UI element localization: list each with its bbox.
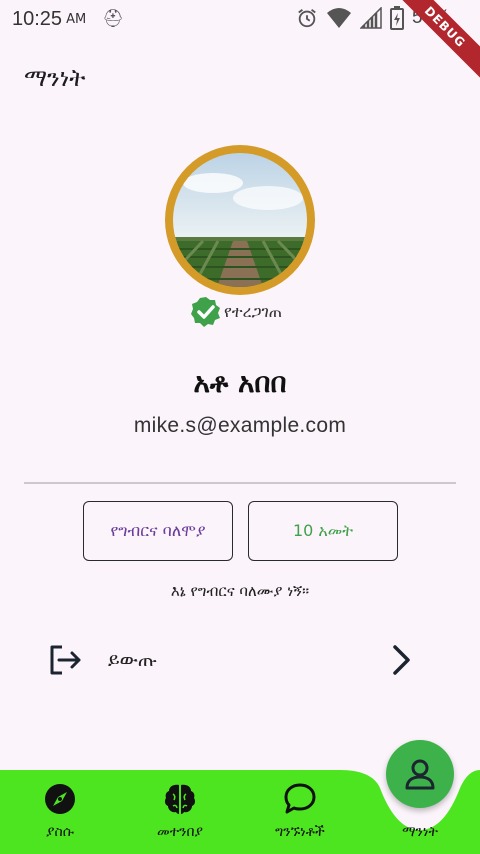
logout-button[interactable]: ይውጡ xyxy=(36,630,436,690)
status-ampm: AM xyxy=(66,11,87,27)
debug-app-icon: ⛑ xyxy=(102,9,124,29)
profile-fab-button[interactable] xyxy=(386,740,454,808)
signal-icon xyxy=(359,7,382,29)
verified-badge-icon xyxy=(191,297,220,327)
nav-label-explore: ያስሱ xyxy=(46,824,74,840)
wifi-icon xyxy=(326,8,351,28)
status-time: 10:25 xyxy=(12,7,63,30)
user-bio: እኔ የግብርና ባለሙያ ነኝ። xyxy=(170,582,310,600)
nav-label-connections: ግንኙነቶች xyxy=(275,824,325,840)
nav-label-prediction: መተንበያ xyxy=(157,824,203,840)
brain-icon xyxy=(164,784,196,814)
role-chip[interactable]: የግብርና ባለሞያ xyxy=(83,501,233,561)
logout-icon xyxy=(50,645,81,675)
logout-label: ይውጡ xyxy=(108,649,158,671)
user-email: mike.s@example.com xyxy=(133,414,347,437)
experience-chip[interactable]: 10 አመት xyxy=(248,501,398,561)
avatar-image xyxy=(173,153,307,287)
battery-icon xyxy=(389,6,404,30)
page-title: ማንነት xyxy=(24,64,86,92)
user-name: አቶ አበበ xyxy=(193,366,287,399)
nav-label-profile: ማንነት xyxy=(402,824,438,840)
chat-icon xyxy=(284,783,316,814)
divider xyxy=(24,482,456,484)
compass-icon xyxy=(45,784,75,814)
alarm-icon xyxy=(298,9,316,28)
avatar[interactable] xyxy=(165,145,315,295)
nav-item-prediction[interactable]: መተንበያ xyxy=(130,770,230,854)
chevron-right-icon xyxy=(393,645,410,675)
verified-label: የተረጋገጠ xyxy=(224,302,283,321)
nav-item-explore[interactable]: ያስሱ xyxy=(20,770,100,854)
verified-status: የተረጋገጠ xyxy=(190,296,282,328)
nav-item-connections[interactable]: ግንኙነቶች xyxy=(245,770,355,854)
person-icon xyxy=(405,759,435,790)
